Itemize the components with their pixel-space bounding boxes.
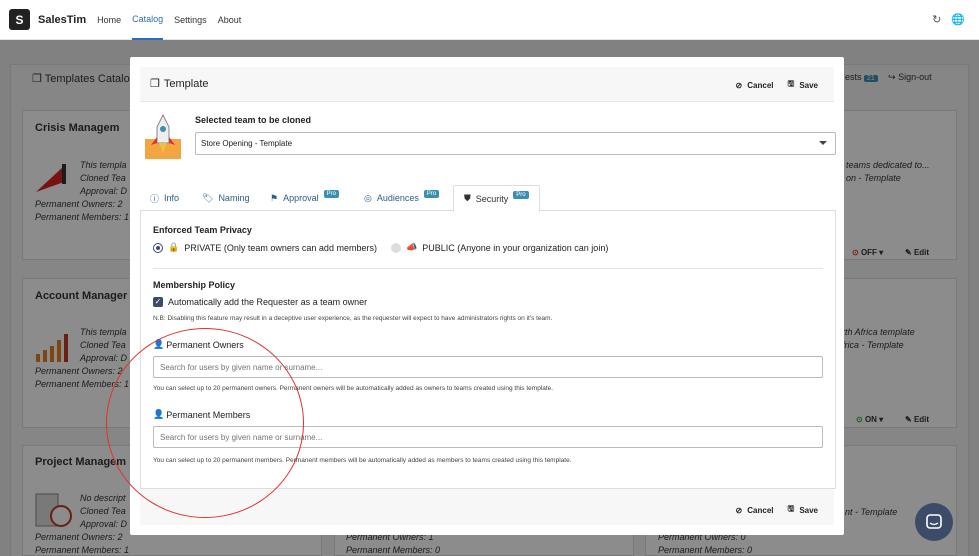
modal-title-text: Template xyxy=(163,77,209,90)
private-radio[interactable] xyxy=(153,242,163,253)
auto-add-label: Automatically add the Requester as a tea… xyxy=(168,297,368,307)
owners-help: You can select up to 20 permanent owners… xyxy=(153,385,554,392)
save-button[interactable]: 🖫 Save xyxy=(787,503,818,517)
private-label: PRIVATE (Only team owners can add member… xyxy=(184,242,377,253)
refresh-icon[interactable]: ↻ xyxy=(932,13,941,26)
owners-label: 👤 Permanent Owners xyxy=(153,339,244,350)
save-button[interactable]: 🖫 Save xyxy=(787,78,818,92)
rocket-icon xyxy=(145,113,181,159)
brand-name: SalesTim xyxy=(38,13,87,26)
auto-add-requester-option[interactable]: ✓ Automatically add the Requester as a t… xyxy=(153,297,367,307)
public-label: PUBLIC (Anyone in your organization can … xyxy=(422,242,609,253)
nav-about[interactable]: About xyxy=(218,0,242,40)
tab-naming[interactable]: 🏷 Naming xyxy=(192,185,259,211)
tag-icon: 🏷 xyxy=(202,192,214,203)
save-icon: 🖫 xyxy=(787,504,795,513)
divider xyxy=(153,268,823,269)
modal-title: ❐ Template xyxy=(150,77,209,91)
privacy-public-option[interactable]: 📣 PUBLIC (Anyone in your organization ca… xyxy=(391,242,608,253)
chat-icon xyxy=(926,514,942,529)
chevron-down-icon xyxy=(819,141,827,145)
tab-approval[interactable]: ⚑ Approval Pro xyxy=(260,185,349,211)
tab-audiences[interactable]: ◎ Audiences Pro xyxy=(354,185,449,211)
shield-icon: ⛊ xyxy=(464,193,471,203)
modal-footer: ⊘ Cancel 🖫 Save xyxy=(140,489,834,525)
info-icon: ⓘ xyxy=(150,193,160,204)
members-label: 👤 Permanent Members xyxy=(153,409,251,420)
pro-badge: Pro xyxy=(513,190,529,199)
target-icon: ◎ xyxy=(364,192,372,203)
nav-home[interactable]: Home xyxy=(97,0,121,40)
tab-info[interactable]: ⓘ Info xyxy=(140,185,189,211)
cancel-button[interactable]: ⊘ Cancel xyxy=(736,503,774,517)
membership-note: N.B: Disabling this feature may result i… xyxy=(153,315,553,322)
logo-letter: S xyxy=(15,12,24,27)
owner-user-icon: 👤 xyxy=(153,339,165,349)
membership-title: Membership Policy xyxy=(153,280,236,290)
template-tabs: ⓘ Info 🏷 Naming ⚑ Approval Pro ◎ Audienc… xyxy=(140,185,836,212)
privacy-private-option[interactable]: 🔒 PRIVATE (Only team owners can add memb… xyxy=(153,242,377,253)
pro-badge: Pro xyxy=(423,190,440,198)
pro-badge: Pro xyxy=(323,190,339,198)
app-logo[interactable]: S xyxy=(9,9,30,30)
member-user-icon: 👤 xyxy=(153,409,165,419)
megaphone-icon: 📣 xyxy=(406,242,418,252)
security-tab-content: Enforced Team Privacy 🔒 PRIVATE (Only te… xyxy=(140,211,836,489)
cancel-button[interactable]: ⊘ Cancel xyxy=(736,78,774,92)
team-select[interactable]: Store Opening - Template xyxy=(195,132,836,155)
owners-search-input[interactable] xyxy=(153,356,823,378)
cancel-icon: ⊘ xyxy=(735,505,743,515)
save-label: Save xyxy=(799,80,818,90)
tab-security[interactable]: ⛊ Security Pro xyxy=(453,185,540,212)
members-help: You can select up to 20 permanent member… xyxy=(153,457,572,464)
nav-catalog[interactable]: Catalog xyxy=(132,0,164,40)
lock-icon: 🔒 xyxy=(168,242,180,252)
members-search-input[interactable] xyxy=(153,426,823,448)
public-radio[interactable] xyxy=(391,242,401,253)
save-label: Save xyxy=(799,505,818,515)
chat-launcher-button[interactable] xyxy=(915,503,953,541)
template-modal: ❐ Template ⊘ Cancel 🖫 Save Selected team… xyxy=(130,57,844,535)
globe-icon[interactable]: 🌐 xyxy=(951,13,965,26)
team-select-value: Store Opening - Template xyxy=(201,139,293,148)
top-nav: S SalesTim Home Catalog Settings About ↻… xyxy=(0,0,979,40)
auto-add-checkbox[interactable]: ✓ xyxy=(153,297,163,307)
save-icon: 🖫 xyxy=(787,79,795,88)
modal-header: ❐ Template ⊘ Cancel 🖫 Save xyxy=(140,67,834,102)
cancel-label: Cancel xyxy=(747,505,774,515)
nav-settings[interactable]: Settings xyxy=(174,0,207,40)
approval-icon: ⚑ xyxy=(270,192,279,203)
cancel-icon: ⊘ xyxy=(735,80,743,90)
copy-icon: ❐ xyxy=(150,78,160,90)
cancel-label: Cancel xyxy=(747,80,774,90)
selected-team-label: Selected team to be cloned xyxy=(195,115,312,125)
privacy-title: Enforced Team Privacy xyxy=(153,225,252,235)
